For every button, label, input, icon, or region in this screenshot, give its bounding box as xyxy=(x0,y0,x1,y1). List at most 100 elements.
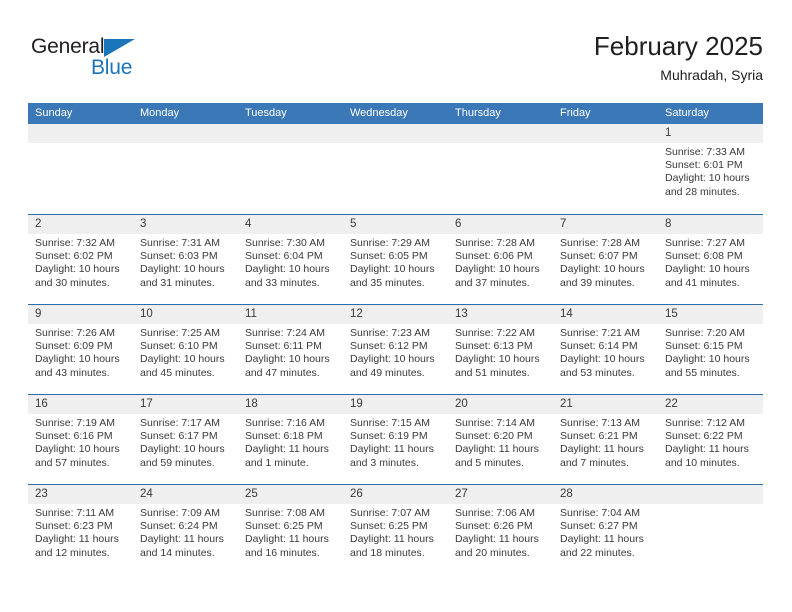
calendar-day-cell[interactable]: 19 Sunrise: 7:15 AM Sunset: 6:19 PM Dayl… xyxy=(343,395,448,484)
sunset-text: Sunset: 6:21 PM xyxy=(560,430,638,443)
daylight-text-line1: Daylight: 10 hours xyxy=(245,353,330,366)
daylight-text-line1: Daylight: 10 hours xyxy=(665,172,750,185)
calendar-day-cell[interactable] xyxy=(133,124,238,214)
daylight-text-line1: Daylight: 10 hours xyxy=(140,443,225,456)
calendar-day-cell[interactable] xyxy=(553,124,658,214)
daylight-text-line2: and 59 minutes. xyxy=(140,456,215,469)
day-number: 24 xyxy=(140,488,153,500)
day-details: Sunrise: 7:21 AM Sunset: 6:14 PM Dayligh… xyxy=(560,327,652,380)
calendar-day-cell[interactable] xyxy=(238,124,343,214)
day-details: Sunrise: 7:08 AM Sunset: 6:25 PM Dayligh… xyxy=(245,507,337,560)
day-number: 28 xyxy=(560,488,573,500)
daylight-text-line2: and 18 minutes. xyxy=(350,546,425,559)
day-number: 8 xyxy=(665,218,672,230)
calendar-day-cell[interactable] xyxy=(28,124,133,214)
calendar-day-cell[interactable]: 17 Sunrise: 7:17 AM Sunset: 6:17 PM Dayl… xyxy=(133,395,238,484)
calendar-day-cell[interactable]: 5 Sunrise: 7:29 AM Sunset: 6:05 PM Dayli… xyxy=(343,215,448,304)
daylight-text-line1: Daylight: 10 hours xyxy=(35,443,120,456)
calendar-day-cell[interactable]: 1 Sunrise: 7:33 AM Sunset: 6:01 PM Dayli… xyxy=(658,124,763,214)
calendar-day-cell[interactable]: 14 Sunrise: 7:21 AM Sunset: 6:14 PM Dayl… xyxy=(553,305,658,394)
daylight-text-line2: and 7 minutes. xyxy=(560,456,629,469)
calendar-day-cell[interactable]: 18 Sunrise: 7:16 AM Sunset: 6:18 PM Dayl… xyxy=(238,395,343,484)
sunrise-text: Sunrise: 7:17 AM xyxy=(140,417,220,429)
daylight-text-line1: Daylight: 10 hours xyxy=(140,263,225,276)
calendar-day-cell[interactable]: 16 Sunrise: 7:19 AM Sunset: 6:16 PM Dayl… xyxy=(28,395,133,484)
calendar-day-cell[interactable] xyxy=(658,485,763,574)
daylight-text-line1: Daylight: 11 hours xyxy=(245,533,329,546)
sunrise-text: Sunrise: 7:14 AM xyxy=(455,417,535,429)
day-details: Sunrise: 7:23 AM Sunset: 6:12 PM Dayligh… xyxy=(350,327,442,380)
calendar-week-row: 1 Sunrise: 7:33 AM Sunset: 6:01 PM Dayli… xyxy=(28,124,763,214)
daylight-text-line2: and 37 minutes. xyxy=(455,276,530,289)
sunset-text: Sunset: 6:15 PM xyxy=(665,340,743,353)
calendar-day-cell[interactable]: 11 Sunrise: 7:24 AM Sunset: 6:11 PM Dayl… xyxy=(238,305,343,394)
weekday-header-friday: Friday xyxy=(560,107,591,119)
sunrise-text: Sunrise: 7:12 AM xyxy=(665,417,745,429)
day-number: 13 xyxy=(455,308,468,320)
calendar-day-cell[interactable]: 2 Sunrise: 7:32 AM Sunset: 6:02 PM Dayli… xyxy=(28,215,133,304)
weekday-header-saturday: Saturday xyxy=(665,107,710,119)
day-details: Sunrise: 7:14 AM Sunset: 6:20 PM Dayligh… xyxy=(455,417,547,470)
calendar-week-row: 2 Sunrise: 7:32 AM Sunset: 6:02 PM Dayli… xyxy=(28,214,763,304)
calendar-day-cell[interactable]: 15 Sunrise: 7:20 AM Sunset: 6:15 PM Dayl… xyxy=(658,305,763,394)
calendar-week-row: 23 Sunrise: 7:11 AM Sunset: 6:23 PM Dayl… xyxy=(28,484,763,574)
sunset-text: Sunset: 6:26 PM xyxy=(455,520,533,533)
calendar-day-cell[interactable]: 22 Sunrise: 7:12 AM Sunset: 6:22 PM Dayl… xyxy=(658,395,763,484)
calendar-day-cell[interactable]: 10 Sunrise: 7:25 AM Sunset: 6:10 PM Dayl… xyxy=(133,305,238,394)
day-details: Sunrise: 7:16 AM Sunset: 6:18 PM Dayligh… xyxy=(245,417,337,470)
day-details: Sunrise: 7:13 AM Sunset: 6:21 PM Dayligh… xyxy=(560,417,652,470)
calendar-page: General Blue February 2025 Muhradah, Syr… xyxy=(0,0,792,612)
daylight-text-line2: and 14 minutes. xyxy=(140,546,215,559)
daylight-text-line1: Daylight: 10 hours xyxy=(560,263,645,276)
day-number: 11 xyxy=(245,308,257,320)
calendar-day-cell[interactable]: 7 Sunrise: 7:28 AM Sunset: 6:07 PM Dayli… xyxy=(553,215,658,304)
daylight-text-line1: Daylight: 10 hours xyxy=(35,353,120,366)
daylight-text-line2: and 31 minutes. xyxy=(140,276,215,289)
daylight-text-line2: and 16 minutes. xyxy=(245,546,320,559)
day-number: 15 xyxy=(665,308,678,320)
calendar-day-cell[interactable] xyxy=(343,124,448,214)
logo-text-blue: Blue xyxy=(91,56,133,79)
sunset-text: Sunset: 6:12 PM xyxy=(350,340,428,353)
sunrise-text: Sunrise: 7:31 AM xyxy=(140,237,220,249)
calendar-day-cell[interactable]: 9 Sunrise: 7:26 AM Sunset: 6:09 PM Dayli… xyxy=(28,305,133,394)
daylight-text-line1: Daylight: 11 hours xyxy=(560,533,644,546)
calendar-day-cell[interactable]: 28 Sunrise: 7:04 AM Sunset: 6:27 PM Dayl… xyxy=(553,485,658,574)
calendar-day-cell[interactable]: 6 Sunrise: 7:28 AM Sunset: 6:06 PM Dayli… xyxy=(448,215,553,304)
general-blue-logo[interactable]: General Blue xyxy=(31,35,171,91)
calendar-day-cell[interactable]: 8 Sunrise: 7:27 AM Sunset: 6:08 PM Dayli… xyxy=(658,215,763,304)
day-details: Sunrise: 7:17 AM Sunset: 6:17 PM Dayligh… xyxy=(140,417,232,470)
day-number: 23 xyxy=(35,488,48,500)
calendar-day-cell[interactable] xyxy=(448,124,553,214)
calendar-day-cell[interactable]: 21 Sunrise: 7:13 AM Sunset: 6:21 PM Dayl… xyxy=(553,395,658,484)
daylight-text-line2: and 43 minutes. xyxy=(35,366,110,379)
day-number: 10 xyxy=(140,308,153,320)
calendar-day-cell[interactable]: 4 Sunrise: 7:30 AM Sunset: 6:04 PM Dayli… xyxy=(238,215,343,304)
daylight-text-line2: and 1 minute. xyxy=(245,456,309,469)
weekday-header-wednesday: Wednesday xyxy=(350,107,408,119)
day-number: 4 xyxy=(245,218,252,230)
day-number: 25 xyxy=(245,488,258,500)
day-number: 18 xyxy=(245,398,258,410)
calendar-day-cell[interactable]: 12 Sunrise: 7:23 AM Sunset: 6:12 PM Dayl… xyxy=(343,305,448,394)
sunrise-text: Sunrise: 7:20 AM xyxy=(665,327,745,339)
calendar-day-cell[interactable]: 23 Sunrise: 7:11 AM Sunset: 6:23 PM Dayl… xyxy=(28,485,133,574)
calendar-day-cell[interactable]: 25 Sunrise: 7:08 AM Sunset: 6:25 PM Dayl… xyxy=(238,485,343,574)
day-number: 20 xyxy=(455,398,468,410)
calendar-day-cell[interactable]: 24 Sunrise: 7:09 AM Sunset: 6:24 PM Dayl… xyxy=(133,485,238,574)
calendar-day-cell[interactable]: 13 Sunrise: 7:22 AM Sunset: 6:13 PM Dayl… xyxy=(448,305,553,394)
day-details: Sunrise: 7:07 AM Sunset: 6:25 PM Dayligh… xyxy=(350,507,442,560)
sunset-text: Sunset: 6:17 PM xyxy=(140,430,218,443)
calendar-day-cell[interactable]: 27 Sunrise: 7:06 AM Sunset: 6:26 PM Dayl… xyxy=(448,485,553,574)
weekday-header-sunday: Sunday xyxy=(35,107,73,119)
calendar-day-cell[interactable]: 26 Sunrise: 7:07 AM Sunset: 6:25 PM Dayl… xyxy=(343,485,448,574)
sunset-text: Sunset: 6:25 PM xyxy=(245,520,323,533)
calendar-day-cell[interactable]: 3 Sunrise: 7:31 AM Sunset: 6:03 PM Dayli… xyxy=(133,215,238,304)
calendar-day-cell[interactable]: 20 Sunrise: 7:14 AM Sunset: 6:20 PM Dayl… xyxy=(448,395,553,484)
day-number: 21 xyxy=(560,398,573,410)
day-details: Sunrise: 7:30 AM Sunset: 6:04 PM Dayligh… xyxy=(245,237,337,290)
daylight-text-line2: and 33 minutes. xyxy=(245,276,320,289)
sunset-text: Sunset: 6:09 PM xyxy=(35,340,113,353)
sunset-text: Sunset: 6:19 PM xyxy=(350,430,428,443)
daylight-text-line2: and 3 minutes. xyxy=(350,456,419,469)
